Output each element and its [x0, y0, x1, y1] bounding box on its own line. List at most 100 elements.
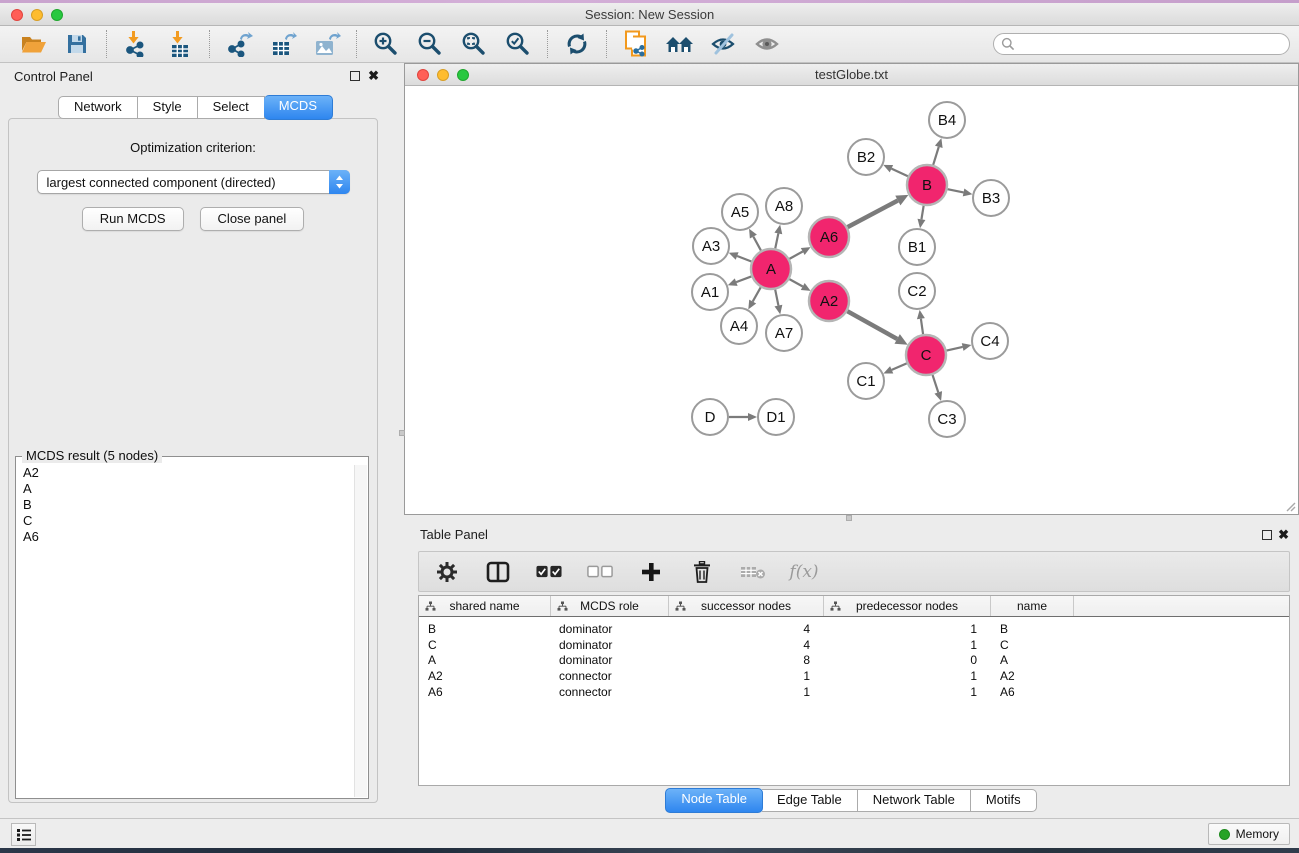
duplicate-network-icon[interactable] — [620, 29, 652, 59]
checked-boxes-icon[interactable] — [536, 557, 562, 587]
node-table[interactable]: shared name MCDS role successor nodes pr… — [418, 595, 1290, 786]
table-cell[interactable]: connector — [551, 685, 669, 699]
table-cell[interactable]: dominator — [551, 653, 669, 667]
table-cell[interactable]: 1 — [669, 685, 824, 699]
tab-select[interactable]: Select — [198, 96, 265, 119]
table-row[interactable]: Adominator80A — [419, 652, 1289, 668]
result-item[interactable]: A6 — [23, 529, 353, 545]
table-cell[interactable]: A6 — [991, 685, 1074, 699]
col-predecessor-nodes[interactable]: predecessor nodes — [824, 596, 991, 616]
hide-visibility-icon[interactable] — [708, 29, 740, 59]
graph-edge[interactable] — [921, 319, 923, 334]
table-row[interactable]: A2connector11A2 — [419, 668, 1289, 684]
float-panel-icon[interactable] — [350, 71, 360, 81]
graph-edge[interactable] — [775, 233, 778, 248]
delete-table-icon[interactable] — [740, 557, 766, 587]
plus-icon[interactable] — [638, 557, 664, 587]
graph-edge[interactable] — [891, 169, 907, 177]
table-cell[interactable]: 4 — [669, 622, 824, 636]
run-mcds-button[interactable]: Run MCDS — [82, 207, 184, 231]
table-cell[interactable]: A6 — [419, 685, 551, 699]
graph-edge[interactable] — [775, 290, 778, 306]
function-icon[interactable]: f(x) — [791, 557, 817, 587]
splitter-grip[interactable] — [399, 430, 405, 436]
table-cell[interactable]: 1 — [824, 685, 991, 699]
save-icon[interactable] — [61, 29, 93, 59]
table-cell[interactable]: 1 — [669, 669, 824, 683]
zoom-out-icon[interactable] — [414, 29, 446, 59]
col-mcds-role[interactable]: MCDS role — [551, 596, 669, 616]
resize-grip-icon[interactable] — [1284, 500, 1296, 512]
col-successor-nodes[interactable]: successor nodes — [669, 596, 824, 616]
criterion-select[interactable]: largest connected component (directed) — [37, 170, 350, 194]
float-panel-icon[interactable] — [1262, 530, 1272, 540]
search-field[interactable] — [993, 33, 1290, 55]
tab-network[interactable]: Network — [58, 96, 138, 119]
close-panel-icon[interactable]: ✖ — [1278, 527, 1289, 543]
graph-edge[interactable] — [736, 276, 751, 282]
graph-edge[interactable] — [753, 237, 761, 251]
table-cell[interactable]: A — [419, 653, 551, 667]
graph-edge[interactable] — [948, 189, 964, 192]
graph-edge[interactable] — [847, 311, 897, 339]
result-item[interactable]: C — [23, 513, 353, 529]
memory-button[interactable]: Memory — [1208, 823, 1290, 845]
result-item[interactable]: B — [23, 497, 353, 513]
import-table-icon[interactable] — [164, 29, 196, 59]
graph-edge[interactable] — [933, 375, 939, 392]
close-panel-button[interactable]: Close panel — [200, 207, 305, 231]
table-cell[interactable]: dominator — [551, 638, 669, 652]
table-cell[interactable]: C — [419, 638, 551, 652]
visibility-icon[interactable] — [752, 29, 784, 59]
export-network-icon[interactable] — [223, 29, 255, 59]
table-row[interactable]: Cdominator41C — [419, 637, 1289, 653]
table-cell[interactable]: 1 — [824, 622, 991, 636]
mcds-result-list[interactable]: A2ABCA6 — [17, 465, 353, 797]
network-canvas[interactable]: AA1A2A3A4A5A6A7A8BB1B2B3B4CC1C2C3C4DD1 — [405, 86, 1298, 514]
close-panel-icon[interactable]: ✖ — [368, 68, 379, 84]
result-item[interactable]: A2 — [23, 465, 353, 481]
network-window-titlebar[interactable]: testGlobe.txt — [405, 64, 1298, 86]
tab-mcds[interactable]: MCDS — [264, 95, 333, 120]
home-icon[interactable] — [664, 29, 696, 59]
tab-network-table[interactable]: Network Table — [858, 789, 971, 812]
table-cell[interactable]: B — [991, 622, 1074, 636]
gear-icon[interactable] — [434, 557, 460, 587]
graph-edge[interactable] — [947, 347, 963, 351]
export-image-icon[interactable] — [311, 29, 343, 59]
table-row[interactable]: Bdominator41B — [419, 621, 1289, 637]
graph-edge[interactable] — [789, 251, 802, 258]
table-cell[interactable]: 1 — [824, 638, 991, 652]
table-row[interactable]: A6connector11A6 — [419, 684, 1289, 700]
tab-style[interactable]: Style — [138, 96, 198, 119]
table-cell[interactable]: connector — [551, 669, 669, 683]
refresh-icon[interactable] — [561, 29, 593, 59]
table-cell[interactable]: 4 — [669, 638, 824, 652]
table-cell[interactable]: 1 — [824, 669, 991, 683]
splitter-grip[interactable] — [846, 515, 852, 521]
result-scrollbar[interactable] — [354, 465, 367, 797]
result-item[interactable]: A — [23, 481, 353, 497]
graph-edge[interactable] — [848, 200, 898, 227]
table-cell[interactable]: C — [991, 638, 1074, 652]
unchecked-boxes-icon[interactable] — [587, 557, 613, 587]
split-columns-icon[interactable] — [485, 557, 511, 587]
table-body[interactable]: Bdominator41BCdominator41CAdominator80AA… — [419, 621, 1289, 699]
graph-edge[interactable] — [737, 256, 751, 261]
tab-node-table[interactable]: Node Table — [665, 788, 763, 813]
import-network-icon[interactable] — [120, 29, 152, 59]
table-cell[interactable]: dominator — [551, 622, 669, 636]
graph-edge[interactable] — [933, 147, 939, 165]
open-folder-icon[interactable] — [17, 29, 49, 59]
session-titlebar[interactable]: Session: New Session — [0, 3, 1299, 26]
graph-edge[interactable] — [789, 279, 802, 286]
zoom-in-icon[interactable] — [370, 29, 402, 59]
graph-edge[interactable] — [892, 363, 907, 370]
tab-motifs[interactable]: Motifs — [971, 789, 1037, 812]
table-cell[interactable]: 8 — [669, 653, 824, 667]
table-cell[interactable]: A — [991, 653, 1074, 667]
table-cell[interactable]: 0 — [824, 653, 991, 667]
table-cell[interactable]: A2 — [991, 669, 1074, 683]
col-shared-name[interactable]: shared name — [419, 596, 551, 616]
table-cell[interactable]: A2 — [419, 669, 551, 683]
